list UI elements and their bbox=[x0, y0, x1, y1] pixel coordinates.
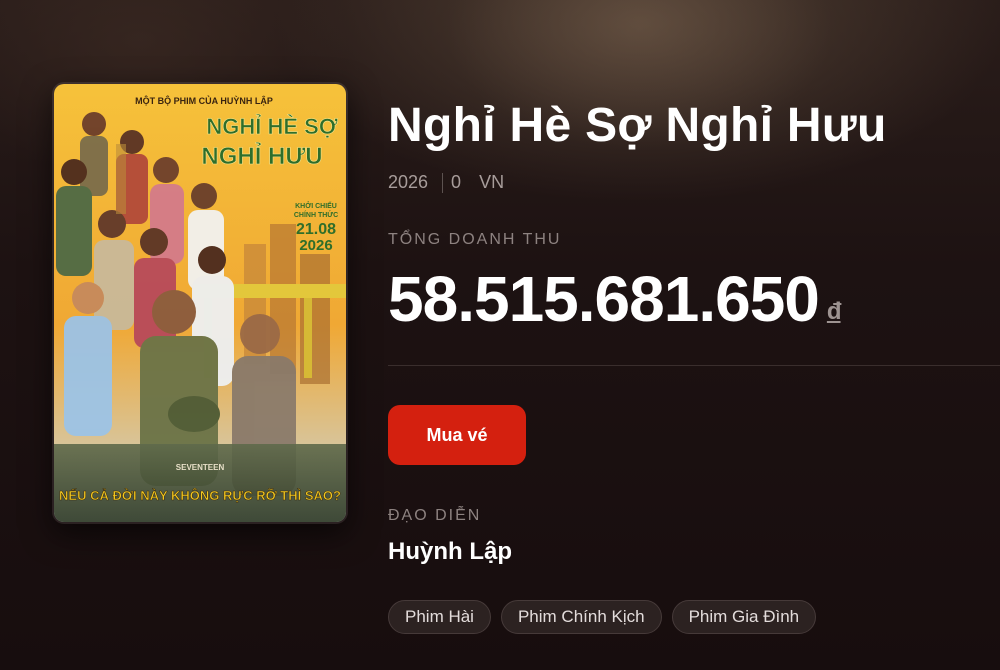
movie-rating: 0 bbox=[451, 172, 462, 192]
movie-country: VN bbox=[479, 172, 505, 192]
currency-symbol: đ bbox=[826, 298, 842, 325]
poster-release-date: 21.08 bbox=[296, 221, 336, 238]
movie-title: Nghỉ Hè Sợ Nghỉ Hưu bbox=[388, 99, 887, 152]
movie-meta: 2026 0 VN bbox=[388, 172, 504, 193]
poster-release-year: 2026 bbox=[299, 237, 332, 254]
section-divider bbox=[388, 365, 1000, 366]
revenue-label: TỔNG DOANH THU bbox=[388, 231, 562, 248]
meta-divider bbox=[442, 172, 444, 193]
movie-year: 2026 bbox=[388, 172, 429, 192]
revenue-amount: 58.515.681.650 bbox=[388, 263, 820, 335]
revenue-value: 58.515.681.650 đ bbox=[388, 262, 842, 336]
director-name[interactable]: Huỳnh Lập bbox=[388, 538, 512, 566]
poster-title-line1: NGHỈ HÈ SỢ bbox=[206, 114, 337, 139]
genre-chip-family[interactable]: Phim Gia Đình bbox=[671, 600, 817, 634]
poster-title-line2: NGHỈ HƯU bbox=[201, 141, 322, 170]
poster-tagline: NẾU CẢ ĐỜI NÀY KHÔNG RỰC RỠ THÌ SAO? bbox=[59, 488, 341, 503]
buy-ticket-button[interactable]: Mua vé bbox=[388, 405, 526, 465]
genre-list: Phim Hài Phim Chính Kịch Phim Gia Đình bbox=[388, 600, 817, 634]
poster-studio: SEVENTEEN bbox=[176, 463, 225, 472]
genre-chip-drama[interactable]: Phim Chính Kịch bbox=[500, 600, 662, 634]
movie-poster[interactable]: MỘT BỘ PHIM CỦA HUỲNH LẬP NGHỈ HÈ SỢ NGH… bbox=[52, 82, 348, 524]
poster-release-line2: CHÍNH THỨC bbox=[294, 210, 338, 219]
director-label: ĐẠO DIỄN bbox=[388, 507, 482, 524]
genre-chip-comedy[interactable]: Phim Hài bbox=[388, 600, 491, 634]
poster-top-line: MỘT BỘ PHIM CỦA HUỲNH LẬP bbox=[135, 95, 273, 106]
